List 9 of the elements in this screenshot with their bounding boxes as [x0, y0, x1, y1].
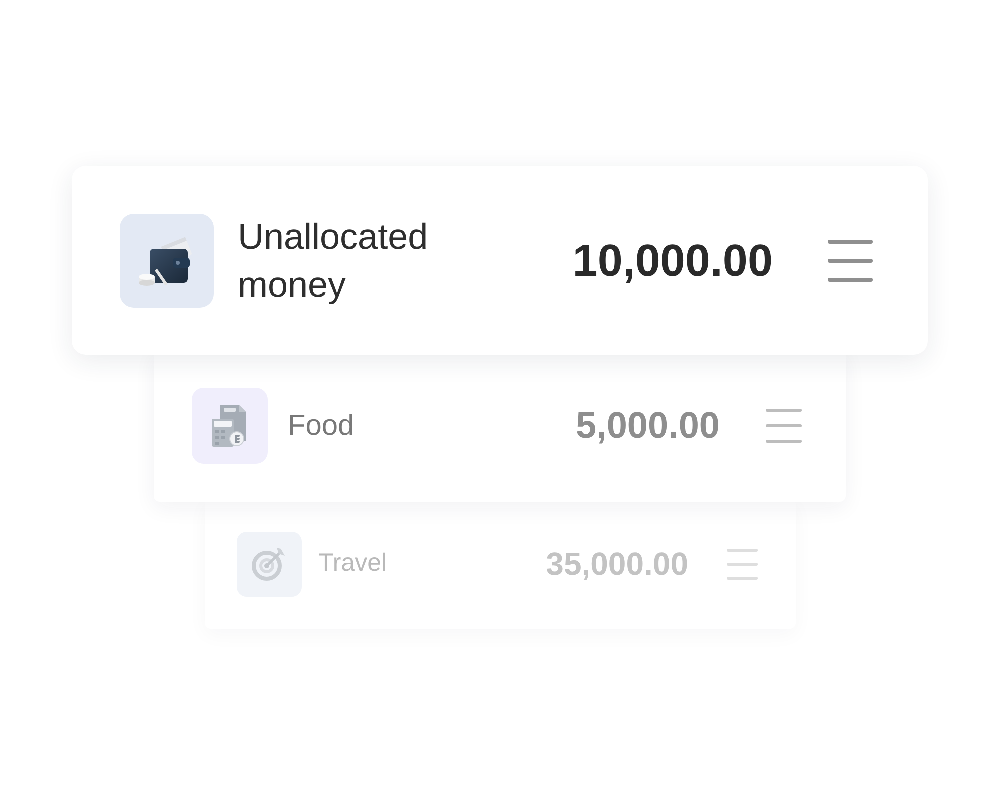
menu-icon[interactable]	[766, 409, 802, 443]
amount: 5,000.00	[576, 405, 720, 447]
menu-icon[interactable]	[828, 240, 873, 282]
amount: 35,000.00	[546, 546, 688, 582]
menu-icon[interactable]	[726, 548, 758, 580]
amount: 10,000.00	[572, 234, 773, 286]
category-name: Food	[288, 408, 354, 444]
category-name: Travel	[318, 548, 388, 580]
category-name: Unallocated money	[238, 214, 430, 306]
